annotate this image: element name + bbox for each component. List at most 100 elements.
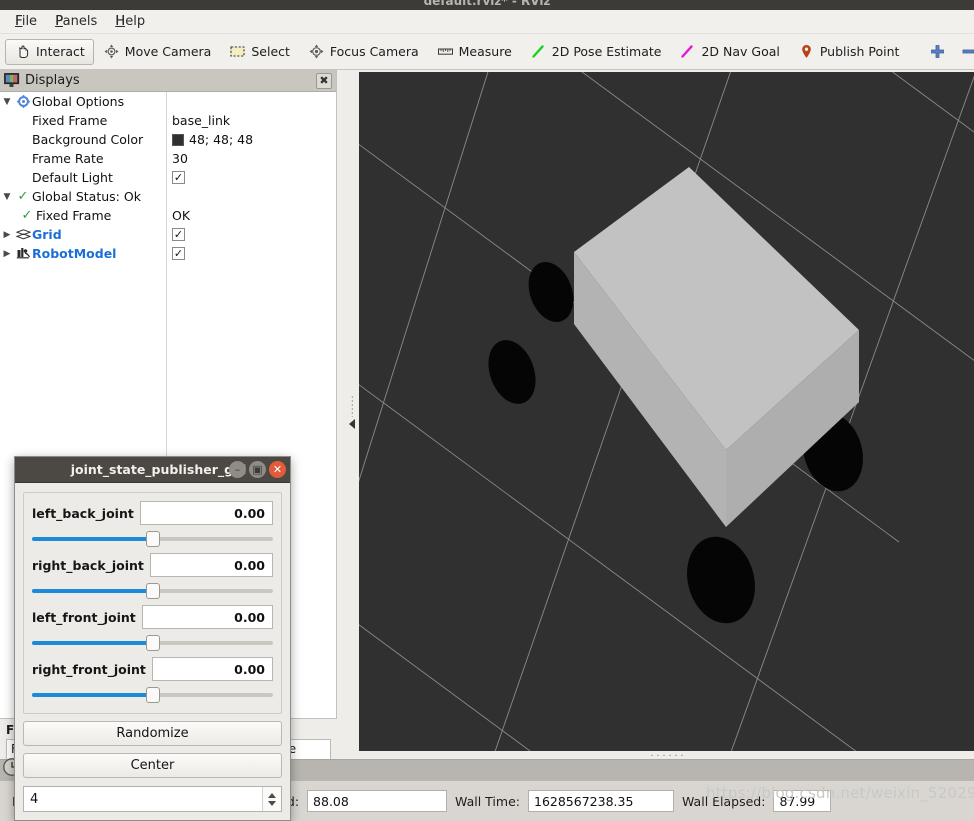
tree-value-fixed-frame[interactable]: base_link bbox=[172, 113, 230, 128]
slider-knob[interactable] bbox=[145, 531, 160, 547]
menu-file[interactable]: FFile bbox=[6, 12, 46, 31]
checkbox-grid[interactable]: ✓ bbox=[172, 228, 185, 241]
tree-row-frame-rate[interactable]: Frame Rate 30 bbox=[0, 149, 336, 168]
render-view-3d[interactable] bbox=[359, 72, 974, 751]
joint-row-right-back: right_back_joint 0.00 bbox=[32, 553, 273, 601]
tool-select-label: Select bbox=[251, 44, 290, 59]
tool-move-camera-label: Move Camera bbox=[124, 44, 212, 59]
tree-row-fixed-frame[interactable]: Fixed Frame base_link bbox=[0, 111, 336, 130]
joint-value-right-back[interactable]: 0.00 bbox=[149, 553, 273, 577]
joint-slider-left-back[interactable] bbox=[32, 529, 273, 549]
tree-label-global-status: Global Status: Ok bbox=[32, 189, 141, 204]
tree-value-default-light[interactable]: ✓ bbox=[172, 171, 185, 184]
wall-time-field[interactable]: 1628567238.35 bbox=[528, 790, 674, 812]
tool-2d-pose-estimate-label: 2D Pose Estimate bbox=[551, 44, 662, 59]
tool-measure[interactable]: Measure bbox=[428, 39, 521, 65]
columns-spinbox[interactable]: 4 bbox=[23, 786, 282, 812]
tree-label-fixed-frame: Fixed Frame bbox=[32, 113, 108, 128]
wall-elapsed-field[interactable]: 87.99 bbox=[773, 790, 832, 812]
color-swatch-icon bbox=[172, 133, 184, 146]
tree-row-status-fixed-frame[interactable]: ✓ Fixed Frame OK bbox=[0, 206, 336, 225]
randomize-button[interactable]: Randomize bbox=[23, 721, 282, 746]
menu-file-label: File bbox=[15, 14, 38, 29]
tree-value-robotmodel[interactable]: ✓ bbox=[172, 247, 185, 260]
tool-focus-camera-label: Focus Camera bbox=[329, 44, 419, 59]
joint-slider-right-front[interactable] bbox=[32, 685, 273, 705]
tree-label-frame-rate: Frame Rate bbox=[32, 151, 104, 166]
menu-help-label: Help bbox=[115, 14, 146, 29]
tool-add-display[interactable] bbox=[922, 39, 953, 65]
dock-view-splitter[interactable] bbox=[345, 72, 359, 751]
joint-value-left-back[interactable]: 0.00 bbox=[139, 501, 273, 525]
joint-sliders-group: left_back_joint 0.00 right_back_joint 0.… bbox=[23, 492, 282, 714]
joint-slider-right-back[interactable] bbox=[32, 581, 273, 601]
tree-row-default-light[interactable]: Default Light ✓ bbox=[0, 168, 336, 187]
toolbar: Interact Move Camera Select Focus Camera bbox=[0, 34, 974, 70]
slider-knob[interactable] bbox=[145, 687, 160, 703]
chevron-up-icon-spin[interactable] bbox=[268, 792, 276, 798]
slider-knob[interactable] bbox=[145, 635, 160, 651]
columns-spinbox-value: 4 bbox=[30, 791, 39, 807]
tree-label-grid: Grid bbox=[32, 227, 62, 242]
wall-elapsed-label: Wall Elapsed: bbox=[682, 793, 766, 809]
tool-2d-nav-goal[interactable]: 2D Nav Goal bbox=[670, 39, 788, 65]
chevron-down-icon-global-status[interactable]: ▼ bbox=[0, 192, 14, 202]
joint-value-right-front[interactable]: 0.00 bbox=[151, 657, 273, 681]
tree-value-grid[interactable]: ✓ bbox=[172, 228, 185, 241]
slider-knob[interactable] bbox=[145, 583, 160, 599]
tool-remove-display[interactable] bbox=[953, 39, 974, 65]
checkbox-robotmodel[interactable]: ✓ bbox=[172, 247, 185, 260]
displays-dock-header: Displays ✖ bbox=[0, 70, 336, 92]
tree-value-background-color[interactable]: 48; 48; 48 bbox=[172, 132, 253, 147]
tree-row-global-status[interactable]: ▼ ✓ Global Status: Ok bbox=[0, 187, 336, 206]
menu-panels-label: Panels bbox=[55, 14, 98, 29]
dialog-titlebar[interactable]: joint_state_publisher_gui – ▣ ✕ bbox=[15, 457, 290, 483]
tool-publish-point[interactable]: Publish Point bbox=[789, 39, 909, 65]
hand-cursor-icon bbox=[18, 45, 29, 58]
view-bottom-grip-dots-icon bbox=[648, 754, 685, 756]
chevron-right-icon-grid[interactable]: ▶ bbox=[0, 230, 14, 240]
chevron-down-icon-spin[interactable] bbox=[268, 800, 276, 806]
checkbox-default-light[interactable]: ✓ bbox=[172, 171, 185, 184]
splitter-dots-icon bbox=[351, 395, 353, 417]
tree-row-background-color[interactable]: Background Color 48; 48; 48 bbox=[0, 130, 336, 149]
joint-label-right-front: right_front_joint bbox=[32, 661, 146, 677]
menubar: FFile PPanels HHelp bbox=[0, 10, 974, 34]
gear-icon bbox=[14, 95, 32, 108]
plus-icon bbox=[931, 45, 945, 58]
tool-interact[interactable]: Interact bbox=[5, 38, 94, 65]
joint-slider-left-front[interactable] bbox=[32, 633, 273, 653]
tool-2d-pose-estimate[interactable]: 2D Pose Estimate bbox=[521, 39, 671, 65]
center-button[interactable]: Center bbox=[23, 753, 282, 778]
tool-2d-nav-goal-label: 2D Nav Goal bbox=[701, 44, 780, 59]
ros-elapsed-field[interactable]: 88.08 bbox=[307, 790, 448, 812]
displays-panel-icon bbox=[4, 73, 20, 87]
close-icon[interactable]: ✖ bbox=[316, 72, 332, 89]
rviz-window: default.rviz* - RViz FFile PPanels HHelp… bbox=[0, 0, 974, 821]
tree-value-frame-rate[interactable]: 30 bbox=[172, 151, 188, 166]
joint-value-left-front[interactable]: 0.00 bbox=[141, 605, 273, 629]
joint-label-right-back: right_back_joint bbox=[32, 557, 144, 573]
close-icon-dialog[interactable]: ✕ bbox=[269, 461, 286, 478]
tool-move-camera[interactable]: Move Camera bbox=[94, 39, 221, 65]
tree-row-robotmodel[interactable]: ▶ RobotModel ✓ bbox=[0, 244, 336, 263]
chevron-right-icon-robotmodel[interactable]: ▶ bbox=[0, 249, 14, 259]
maximize-icon[interactable]: ▣ bbox=[249, 461, 266, 478]
window-titlebar: default.rviz* - RViz bbox=[0, 0, 974, 10]
chevron-left-icon-collapse[interactable] bbox=[349, 419, 355, 429]
menu-help[interactable]: HHelp bbox=[106, 12, 154, 31]
tool-select[interactable]: Select bbox=[220, 39, 299, 65]
joint-state-publisher-dialog[interactable]: joint_state_publisher_gui – ▣ ✕ left_bac… bbox=[14, 456, 291, 821]
robot-model-icon bbox=[14, 247, 32, 260]
tool-focus-camera[interactable]: Focus Camera bbox=[299, 39, 428, 65]
menu-panels[interactable]: PPanels bbox=[46, 12, 106, 31]
joint-row-left-front: left_front_joint 0.00 bbox=[32, 605, 273, 653]
minimize-icon[interactable]: – bbox=[229, 461, 246, 478]
splitter-handle[interactable] bbox=[347, 390, 357, 434]
view-bottom-grip[interactable] bbox=[359, 751, 974, 759]
chevron-down-icon-global-options[interactable]: ▼ bbox=[0, 97, 14, 107]
slider-fill bbox=[32, 693, 153, 697]
tree-row-grid[interactable]: ▶ Grid ✓ bbox=[0, 225, 336, 244]
tree-row-global-options[interactable]: ▼ Global Options bbox=[0, 92, 336, 111]
spinbox-arrows[interactable] bbox=[262, 787, 281, 811]
